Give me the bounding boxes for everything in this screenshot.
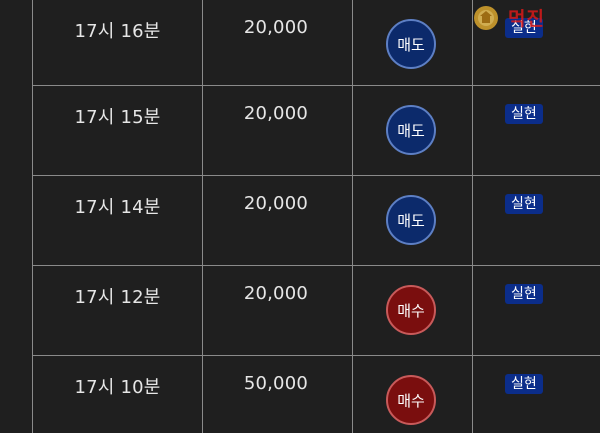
status-badge: 실현 — [505, 104, 543, 124]
price-cell: 20,000 — [203, 176, 353, 265]
sell-badge: 매도 — [386, 19, 436, 69]
time-text: 17시 16분 — [74, 21, 161, 42]
price-text: 20,000 — [243, 17, 308, 38]
price-cell: 50,000 — [203, 356, 353, 433]
side-cell: 매도 — [353, 86, 473, 175]
time-cell: 17시 14분 — [33, 176, 203, 265]
time-text: 17시 14분 — [74, 197, 161, 218]
time-cell: 17시 16분 — [33, 0, 203, 85]
table-row[interactable]: 17시 14분 20,000 매도 실현 — [33, 176, 600, 266]
price-text: 20,000 — [243, 193, 308, 214]
coin-emblem-icon — [474, 6, 498, 30]
side-cell: 매도 — [353, 176, 473, 265]
status-cell: 실현 — [473, 176, 600, 265]
side-cell: 매수 — [353, 266, 473, 355]
buy-badge: 매수 — [386, 285, 436, 335]
status-badge: 실현 — [505, 374, 543, 394]
time-text: 17시 15분 — [74, 107, 161, 128]
side-cell: 매수 — [353, 356, 473, 433]
status-badge: 실현 — [505, 194, 543, 214]
time-cell: 17시 12분 — [33, 266, 203, 355]
table-row[interactable]: 17시 15분 20,000 매도 실현 — [33, 86, 600, 176]
status-cell: 실현 — [473, 86, 600, 175]
price-cell: 20,000 — [203, 86, 353, 175]
price-text: 50,000 — [243, 373, 308, 394]
time-cell: 17시 15분 — [33, 86, 203, 175]
price-text: 20,000 — [243, 283, 308, 304]
time-text: 17시 10분 — [74, 377, 161, 398]
price-cell: 20,000 — [203, 0, 353, 85]
time-cell: 17시 10분 — [33, 356, 203, 433]
price-cell: 20,000 — [203, 266, 353, 355]
site-watermark: 먹진 — [458, 2, 600, 38]
sell-badge: 매도 — [386, 195, 436, 245]
buy-badge: 매수 — [386, 375, 436, 425]
status-cell: 실현 — [473, 266, 600, 355]
sell-badge: 매도 — [386, 105, 436, 155]
time-text: 17시 12분 — [74, 287, 161, 308]
side-cell: 매도 — [353, 0, 473, 85]
watermark-text: 먹진 — [508, 8, 545, 30]
status-cell: 실현 — [473, 356, 600, 433]
table-row[interactable]: 17시 12분 20,000 매수 실현 — [33, 266, 600, 356]
table-row[interactable]: 17시 10분 50,000 매수 실현 — [33, 356, 600, 433]
trade-table: 17시 16분 20,000 매도 실현 17시 15분 20,000 매도 실… — [33, 0, 600, 433]
trade-history-screen: 17시 16분 20,000 매도 실현 17시 15분 20,000 매도 실… — [0, 0, 600, 433]
status-badge: 실현 — [505, 284, 543, 304]
price-text: 20,000 — [243, 103, 308, 124]
